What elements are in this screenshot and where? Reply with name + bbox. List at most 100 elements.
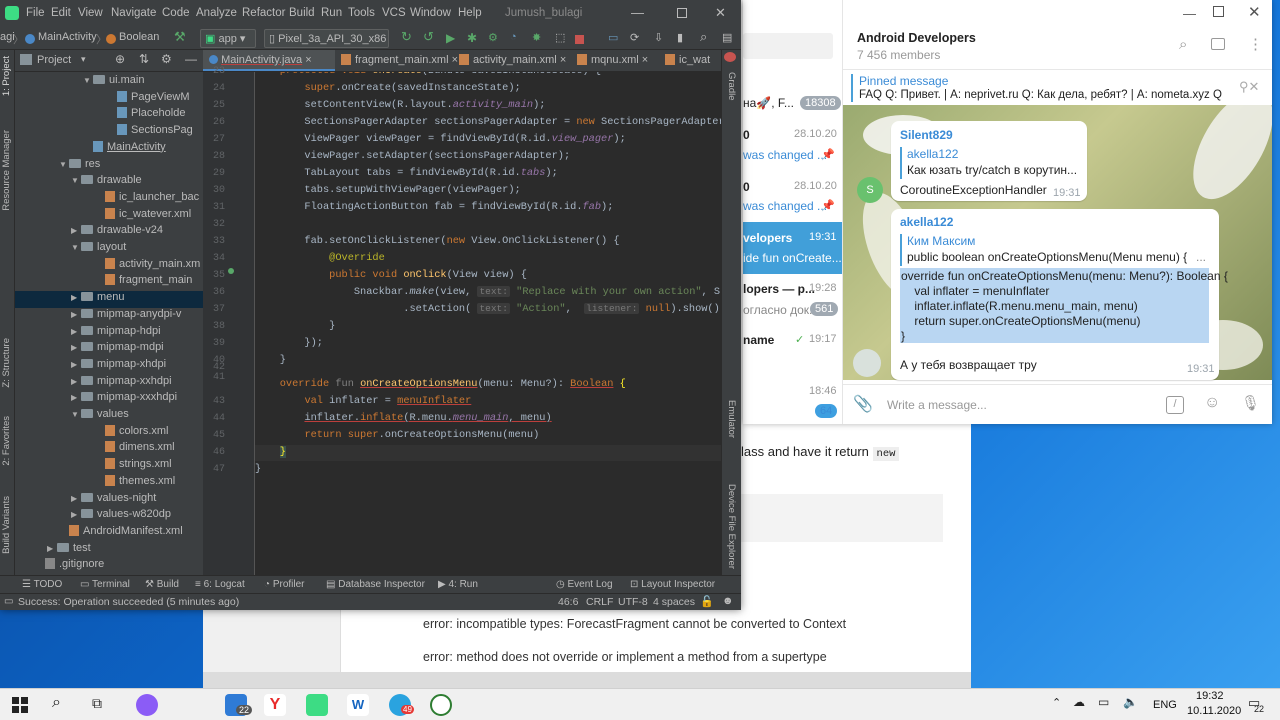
tree-item[interactable]: ▶ drawable-v24: [15, 224, 203, 241]
tree-item[interactable]: fragment_main: [15, 274, 203, 291]
message-input[interactable]: Write a message...: [887, 398, 987, 412]
chevron-right-icon[interactable]: ▶: [71, 393, 81, 402]
clock-time[interactable]: 19:32: [1196, 690, 1224, 702]
tool-run[interactable]: ▶ 4: Run: [438, 579, 478, 590]
unpin-icon[interactable]: ⚲✕: [1239, 79, 1259, 95]
tree-item[interactable]: ▼ ui.main: [15, 74, 203, 91]
tree-item[interactable]: ▼ res: [15, 158, 203, 175]
minimize-icon[interactable]: —: [631, 5, 644, 20]
breadcrumb-method[interactable]: Boolean: [119, 31, 159, 43]
microphone-icon[interactable]: 🎙: [1241, 394, 1260, 412]
tree-item[interactable]: ▶ menu: [15, 291, 203, 309]
windows-start-icon[interactable]: [12, 697, 28, 713]
tree-item[interactable]: SectionsPag: [15, 124, 203, 141]
chevron-down-icon[interactable]: ▾: [81, 54, 86, 65]
tree-item[interactable]: ▶ mipmap-xxhdpi: [15, 375, 203, 392]
search-icon[interactable]: ⌕: [700, 29, 707, 45]
menu-code[interactable]: Code: [162, 7, 190, 19]
chevron-down-icon[interactable]: ▼: [71, 176, 81, 185]
chevron-down-icon[interactable]: ▼: [59, 160, 69, 169]
more-icon[interactable]: ⋮: [1248, 35, 1263, 53]
tool-build[interactable]: ⚒ Build: [145, 579, 179, 590]
run-config-select[interactable]: ▣ app ▾: [200, 29, 256, 48]
tree-item[interactable]: ▶ mipmap-anydpi-v: [15, 308, 203, 325]
profile-icon[interactable]: ◔: [510, 31, 517, 43]
tool-favorites[interactable]: 2: Favorites: [1, 416, 12, 466]
tab-activity-main[interactable]: activity_main.xml ×: [453, 50, 569, 71]
tool-build-variants[interactable]: Build Variants: [1, 496, 12, 554]
device-select[interactable]: ▯ Pixel_3a_API_30_x86: [264, 29, 389, 48]
tool-structure[interactable]: Z: Structure: [1, 338, 12, 388]
maximize-icon[interactable]: [1213, 6, 1224, 17]
message-sender[interactable]: Silent829: [900, 128, 953, 142]
menu-analyze[interactable]: Analyze: [196, 7, 237, 19]
network-icon[interactable]: ▭: [1098, 695, 1109, 709]
tree-item[interactable]: ▶ mipmap-mdpi: [15, 341, 203, 358]
message-bubble[interactable]: akella122 Ким Максим public boolean onCr…: [891, 209, 1228, 380]
chevron-right-icon[interactable]: ▶: [71, 327, 81, 336]
tree-item[interactable]: ▶ values-w820dp: [15, 508, 203, 525]
app-icon-green[interactable]: [430, 694, 452, 716]
chevron-down-icon[interactable]: ▼: [71, 243, 81, 252]
tree-item[interactable]: ▶ mipmap-xhdpi: [15, 358, 203, 375]
chevron-right-icon[interactable]: ▶: [71, 377, 81, 386]
close-tab-icon[interactable]: ×: [305, 54, 311, 66]
tree-item[interactable]: ▼ drawable: [15, 174, 203, 191]
sender-avatar[interactable]: S: [857, 177, 883, 203]
tool-project[interactable]: 1: Project: [1, 56, 12, 96]
volume-icon[interactable]: 🔈: [1123, 695, 1138, 709]
clock-date[interactable]: 10.11.2020: [1187, 705, 1241, 717]
tree-item[interactable]: .gitignore: [15, 558, 203, 575]
maximize-icon[interactable]: [677, 8, 687, 18]
emoji-icon[interactable]: ☺: [1204, 394, 1220, 412]
status-icon[interactable]: ▭: [4, 596, 13, 607]
tree-item[interactable]: ▶ mipmap-hdpi: [15, 325, 203, 342]
bot-command-icon[interactable]: /: [1166, 396, 1184, 414]
menu-vcs[interactable]: VCS: [382, 7, 406, 19]
word-icon[interactable]: W: [347, 694, 369, 716]
tool-logcat[interactable]: ≡ 6: Logcat: [195, 579, 245, 590]
chevron-right-icon[interactable]: ▶: [71, 494, 81, 503]
attach-process-icon[interactable]: ⬚: [555, 31, 565, 44]
project-view-select[interactable]: Project: [37, 54, 71, 66]
tab-fragment-main[interactable]: fragment_main.xml ×: [335, 50, 458, 71]
menu-build[interactable]: Build: [289, 7, 315, 19]
file-encoding[interactable]: UTF-8: [618, 596, 648, 608]
collapse-icon[interactable]: ⇅: [139, 52, 149, 66]
run-icon[interactable]: ▶: [446, 31, 455, 45]
task-view-icon[interactable]: ⧉: [92, 695, 102, 712]
message-bubble[interactable]: Silent829 akella122 Как юзать try/catch …: [891, 121, 1087, 201]
tree-item[interactable]: Placeholde: [15, 107, 203, 124]
tool-gradle[interactable]: Gradle: [726, 72, 737, 101]
code-editor[interactable]: protected void onCreate(Bundle savedInst…: [255, 72, 721, 575]
close-tab-icon[interactable]: ×: [560, 54, 566, 66]
stop-icon[interactable]: [575, 35, 584, 44]
chat-item-selected[interactable]: [743, 222, 842, 274]
close-icon[interactable]: ✕: [1248, 3, 1261, 21]
menu-edit[interactable]: Edit: [51, 7, 71, 19]
tree-item[interactable]: dimens.xml: [15, 441, 203, 458]
gear-icon[interactable]: ⚙: [161, 52, 172, 66]
chevron-right-icon[interactable]: ▶: [71, 510, 81, 519]
tree-item[interactable]: ▼ layout: [15, 241, 203, 258]
user-avatar[interactable]: [853, 349, 881, 377]
status-message[interactable]: Success: Operation succeeded (5 minutes …: [18, 596, 239, 608]
debug-icon[interactable]: ✱: [467, 31, 477, 45]
close-tab-icon[interactable]: ×: [642, 54, 648, 66]
tree-item[interactable]: MainActivity: [15, 140, 203, 158]
sync-icon[interactable]: ⟳: [630, 31, 639, 44]
chat-title[interactable]: Android Developers: [857, 31, 976, 45]
device-manager-icon[interactable]: ▭: [608, 31, 618, 44]
tree-item[interactable]: AndroidManifest.xml: [15, 524, 203, 542]
target-icon[interactable]: ⊕: [115, 52, 125, 66]
rerun-icon[interactable]: ↻: [401, 29, 412, 45]
tree-item[interactable]: ▼ values: [15, 408, 203, 425]
yandex-browser-icon[interactable]: Y: [264, 694, 286, 716]
chevron-right-icon[interactable]: ▶: [47, 544, 57, 553]
tool-device-file-explorer[interactable]: Device File Explorer: [726, 484, 737, 569]
search-icon[interactable]: ⌕: [1179, 36, 1187, 53]
minimize-icon[interactable]: —: [1183, 6, 1196, 21]
line-separator[interactable]: CRLF: [586, 596, 613, 608]
tab-mqnu[interactable]: mqnu.xml ×: [571, 50, 657, 71]
cursor-position[interactable]: 46:6: [558, 596, 578, 608]
